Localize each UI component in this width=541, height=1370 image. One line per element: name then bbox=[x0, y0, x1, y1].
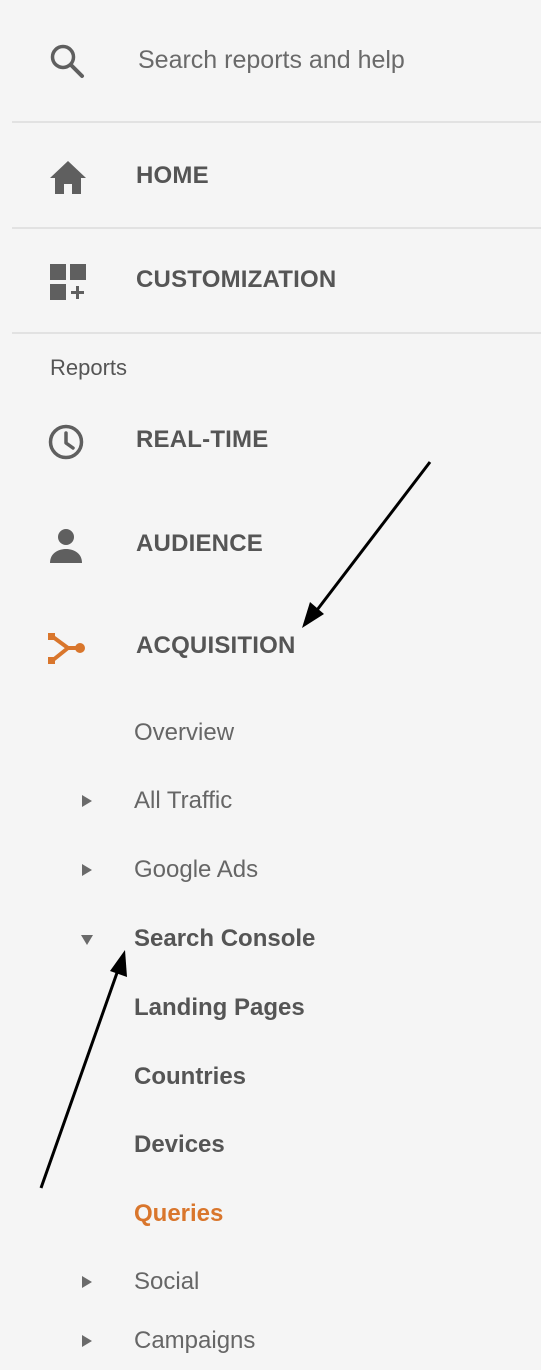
subnav-item-label: Queries bbox=[134, 1200, 224, 1227]
subnav-item-label: Search Console bbox=[134, 925, 316, 952]
search-icon bbox=[50, 44, 84, 78]
subnav-item-countries[interactable]: Countries bbox=[0, 1052, 541, 1104]
subnav-item-label: Countries bbox=[134, 1063, 247, 1090]
nav-item-label: AUDIENCE bbox=[136, 530, 263, 557]
subnav-item-label: Google Ads bbox=[134, 856, 259, 883]
subnav-item-label: Campaigns bbox=[134, 1327, 256, 1354]
expand-arrow-icon[interactable] bbox=[78, 861, 96, 879]
clock-icon bbox=[48, 424, 84, 460]
nav-item-acquisition[interactable]: ACQUISITION bbox=[0, 612, 541, 682]
expand-arrow-icon[interactable] bbox=[78, 1332, 96, 1350]
subnav-item-devices[interactable]: Devices bbox=[0, 1120, 541, 1172]
subnav-item-search-console[interactable]: Search Console bbox=[0, 914, 541, 966]
divider bbox=[12, 121, 541, 123]
divider bbox=[12, 332, 541, 334]
nav-item-label: ACQUISITION bbox=[136, 632, 296, 659]
subnav-item-landing-pages[interactable]: Landing Pages bbox=[0, 983, 541, 1035]
dashboard-add-icon bbox=[50, 264, 86, 300]
subnav-item-overview[interactable]: Overview bbox=[0, 708, 541, 760]
nav-item-label: CUSTOMIZATION bbox=[136, 266, 337, 293]
subnav-item-label: Landing Pages bbox=[134, 994, 305, 1021]
nav-item-real-time[interactable]: REAL-TIME bbox=[0, 406, 541, 476]
acquisition-icon bbox=[48, 633, 85, 664]
nav-item-audience[interactable]: AUDIENCE bbox=[0, 510, 541, 580]
subnav-item-label: Social bbox=[134, 1268, 200, 1295]
expand-arrow-icon[interactable] bbox=[78, 792, 96, 810]
divider bbox=[12, 227, 541, 229]
search-bar[interactable]: Search reports and help bbox=[0, 0, 541, 122]
nav-item-label: HOME bbox=[136, 162, 209, 189]
search-input[interactable]: Search reports and help bbox=[138, 42, 405, 78]
nav-item-label: REAL-TIME bbox=[136, 426, 269, 453]
home-icon bbox=[50, 161, 86, 194]
subnav-item-social[interactable]: Social bbox=[0, 1257, 541, 1309]
subnav-item-label: Overview bbox=[134, 719, 235, 746]
expand-arrow-icon[interactable] bbox=[78, 1273, 96, 1291]
subnav-item-campaigns[interactable]: Campaigns bbox=[0, 1316, 541, 1368]
nav-item-customization[interactable]: CUSTOMIZATION bbox=[0, 246, 541, 316]
subnav-item-all-traffic[interactable]: All Traffic bbox=[0, 776, 541, 828]
collapse-arrow-icon[interactable] bbox=[78, 930, 96, 948]
subnav-item-queries[interactable]: Queries bbox=[0, 1189, 541, 1241]
nav-item-home[interactable]: HOME bbox=[0, 142, 541, 212]
subnav-item-google-ads[interactable]: Google Ads bbox=[0, 845, 541, 897]
reports-section-heading: Reports bbox=[50, 355, 128, 380]
sidebar-nav: Search reports and help HOME CUSTOMIZATI… bbox=[0, 0, 541, 1370]
subnav-item-label: Devices bbox=[134, 1131, 225, 1158]
person-icon bbox=[50, 529, 82, 563]
subnav-item-label: All Traffic bbox=[134, 787, 233, 814]
